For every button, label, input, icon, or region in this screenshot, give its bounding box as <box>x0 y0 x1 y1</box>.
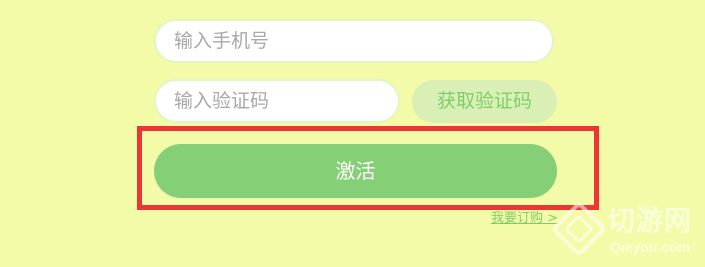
phone-input[interactable]: 输入手机号 <box>154 19 554 63</box>
watermark-text: 切游网 <box>608 206 692 237</box>
get-code-button[interactable]: 获取验证码 <box>412 80 557 123</box>
highlight-box <box>137 126 599 210</box>
subscribe-link[interactable]: 我要订购 > <box>491 210 558 228</box>
watermark: 切游网 Qieyou.com <box>552 196 702 264</box>
qieyou-logo-icon <box>553 203 605 255</box>
watermark-domain: Qieyou.com <box>610 239 691 255</box>
verification-code-input[interactable]: 输入验证码 <box>154 79 400 123</box>
